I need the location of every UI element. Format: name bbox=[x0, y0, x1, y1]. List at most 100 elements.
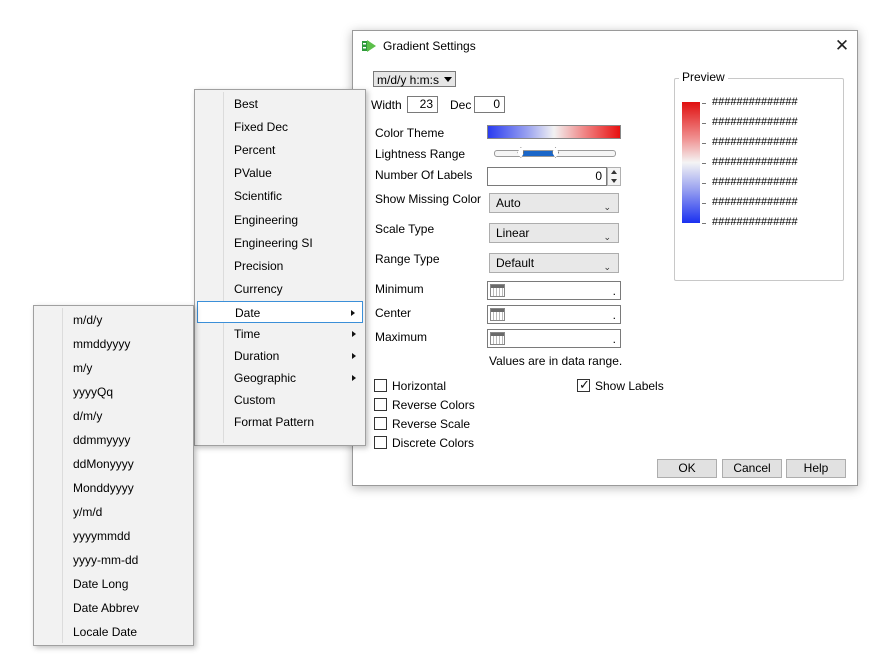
decrement-icon[interactable] bbox=[611, 179, 617, 183]
date-menu-item-m-y[interactable]: m/y bbox=[36, 357, 191, 379]
format-menu-item-date[interactable]: Date bbox=[197, 300, 363, 323]
show-labels-label[interactable]: Show Labels bbox=[595, 379, 664, 393]
cancel-button[interactable]: Cancel bbox=[722, 459, 782, 478]
menu-item-label: Percent bbox=[234, 143, 276, 158]
preview-label: ############## bbox=[712, 196, 798, 208]
format-menu-item-fixed-dec[interactable]: Fixed Dec bbox=[197, 116, 363, 138]
date-menu-item-yyyy-mm-dd[interactable]: yyyy-mm-dd bbox=[36, 549, 191, 571]
discrete-colors-checkbox[interactable] bbox=[374, 436, 387, 449]
help-button[interactable]: Help bbox=[786, 459, 846, 478]
format-menu-item-scientific[interactable]: Scientific bbox=[197, 185, 363, 207]
minimum-input[interactable]: . bbox=[487, 281, 621, 300]
submenu-arrow-icon bbox=[352, 331, 356, 337]
caret-down-icon bbox=[444, 77, 452, 82]
date-menu-item-date-long[interactable]: Date Long bbox=[36, 573, 191, 595]
preview-tick bbox=[702, 203, 706, 204]
format-menu-item-geographic[interactable]: Geographic bbox=[197, 367, 363, 389]
format-menu-item-duration[interactable]: Duration bbox=[197, 345, 363, 367]
format-menu-item-time[interactable]: Time bbox=[197, 323, 363, 345]
center-value: . bbox=[612, 308, 616, 322]
width-input[interactable]: 23 bbox=[407, 96, 438, 113]
date-menu-item-date-abbrev[interactable]: Date Abbrev bbox=[36, 597, 191, 619]
calendar-icon[interactable] bbox=[490, 308, 505, 321]
menu-item-label: Precision bbox=[234, 258, 284, 273]
color-theme-swatch[interactable] bbox=[487, 125, 621, 139]
calendar-icon[interactable] bbox=[490, 332, 505, 345]
minimum-label: Minimum bbox=[375, 282, 424, 296]
menu-item-label: Date Abbrev bbox=[73, 601, 140, 615]
menu-item-label: Monddyyyy bbox=[73, 481, 134, 495]
format-dropdown-value: m/d/y h:m:s bbox=[377, 73, 440, 87]
format-menu-item-engineering-si[interactable]: Engineering SI bbox=[197, 232, 363, 254]
date-menu-item-yyyyqq[interactable]: yyyyQq bbox=[36, 381, 191, 403]
calendar-icon[interactable] bbox=[490, 284, 505, 297]
preview-gradient-bar bbox=[682, 102, 700, 223]
format-menu-item-pvalue[interactable]: PValue bbox=[197, 162, 363, 184]
reverse-scale-checkbox[interactable] bbox=[374, 417, 387, 430]
menu-item-label: mmddyyyy bbox=[73, 337, 131, 351]
date-menu-item-ddmmyyyy[interactable]: ddmmyyyy bbox=[36, 429, 191, 451]
horizontal-label[interactable]: Horizontal bbox=[392, 379, 446, 393]
minimum-value: . bbox=[612, 284, 616, 298]
format-menu-item-percent[interactable]: Percent bbox=[197, 139, 363, 161]
date-menu-item-ddmonyyyy[interactable]: ddMonyyyy bbox=[36, 453, 191, 475]
maximum-label: Maximum bbox=[375, 330, 428, 344]
format-menu-item-engineering[interactable]: Engineering bbox=[197, 209, 363, 231]
discrete-colors-label[interactable]: Discrete Colors bbox=[392, 436, 474, 450]
range-note: Values are in data range. bbox=[489, 354, 623, 368]
reverse-scale-label[interactable]: Reverse Scale bbox=[392, 417, 470, 431]
lightness-high-handle[interactable] bbox=[552, 147, 559, 158]
menu-item-label: y/m/d bbox=[73, 505, 103, 519]
date-menu-item-locale-date[interactable]: Locale Date bbox=[36, 621, 191, 643]
center-input[interactable]: . bbox=[487, 305, 621, 324]
lightness-range-slider[interactable] bbox=[494, 147, 616, 158]
date-menu-item-d-m-y[interactable]: d/m/y bbox=[36, 405, 191, 427]
width-label: Width bbox=[371, 98, 402, 112]
date-menu-item-yyyymmdd[interactable]: yyyymmdd bbox=[36, 525, 191, 547]
horizontal-checkbox[interactable] bbox=[374, 379, 387, 392]
menu-item-label: m/d/y bbox=[73, 313, 103, 327]
date-menu-item-monddyyyy[interactable]: Monddyyyy bbox=[36, 477, 191, 499]
submenu-arrow-icon bbox=[352, 353, 356, 359]
menu-item-label: Engineering bbox=[234, 212, 299, 227]
menu-item-label: Best bbox=[234, 97, 259, 111]
maximum-input[interactable]: . bbox=[487, 329, 621, 348]
format-menu-item-precision[interactable]: Precision bbox=[197, 255, 363, 277]
show-missing-color-select[interactable]: Auto ⌄ bbox=[489, 193, 619, 213]
menu-item-label: yyyyQq bbox=[73, 385, 114, 399]
format-menu-item-currency[interactable]: Currency bbox=[197, 278, 363, 300]
number-of-labels-stepper[interactable] bbox=[607, 167, 621, 186]
format-menu-item-custom[interactable]: Custom bbox=[197, 389, 363, 411]
range-type-select[interactable]: Default ⌄ bbox=[489, 253, 619, 273]
date-menu-item-y-m-d[interactable]: y/m/d bbox=[36, 501, 191, 523]
menu-item-label: yyyymmdd bbox=[73, 529, 131, 543]
format-dropdown[interactable]: m/d/y h:m:s bbox=[373, 71, 456, 87]
submenu-arrow-icon bbox=[351, 309, 355, 316]
date-menu-item-m-d-y[interactable]: m/d/y bbox=[36, 309, 191, 331]
lightness-low-handle[interactable] bbox=[517, 147, 525, 158]
ok-button[interactable]: OK bbox=[657, 459, 717, 478]
title-bar: Gradient Settings ✕ bbox=[353, 31, 857, 61]
increment-icon[interactable] bbox=[611, 170, 617, 174]
date-menu-item-mmddyyyy[interactable]: mmddyyyy bbox=[36, 333, 191, 355]
menu-item-label: PValue bbox=[234, 166, 272, 181]
close-button[interactable]: ✕ bbox=[831, 35, 853, 57]
scale-type-select[interactable]: Linear ⌄ bbox=[489, 223, 619, 243]
preview-tick bbox=[702, 163, 706, 164]
dec-input[interactable]: 0 bbox=[474, 96, 505, 113]
show-labels-checkbox[interactable] bbox=[577, 377, 590, 393]
close-icon: ✕ bbox=[834, 36, 850, 55]
preview-tick bbox=[702, 143, 706, 144]
chevron-down-icon: ⌄ bbox=[603, 202, 611, 212]
preview-label: ############## bbox=[712, 116, 798, 128]
maximum-value: . bbox=[612, 332, 616, 346]
reverse-colors-checkbox[interactable] bbox=[374, 398, 387, 411]
preview-tick bbox=[702, 123, 706, 124]
format-menu-item-format-pattern[interactable]: Format Pattern bbox=[197, 411, 363, 433]
menu-item-label: Locale Date bbox=[73, 625, 138, 639]
menu-item-label: m/y bbox=[73, 361, 93, 375]
number-of-labels-input[interactable]: 0 bbox=[487, 167, 607, 186]
reverse-colors-label[interactable]: Reverse Colors bbox=[392, 398, 475, 412]
format-menu-item-best[interactable]: Best bbox=[197, 93, 363, 115]
lightness-range-label: Lightness Range bbox=[375, 147, 466, 161]
